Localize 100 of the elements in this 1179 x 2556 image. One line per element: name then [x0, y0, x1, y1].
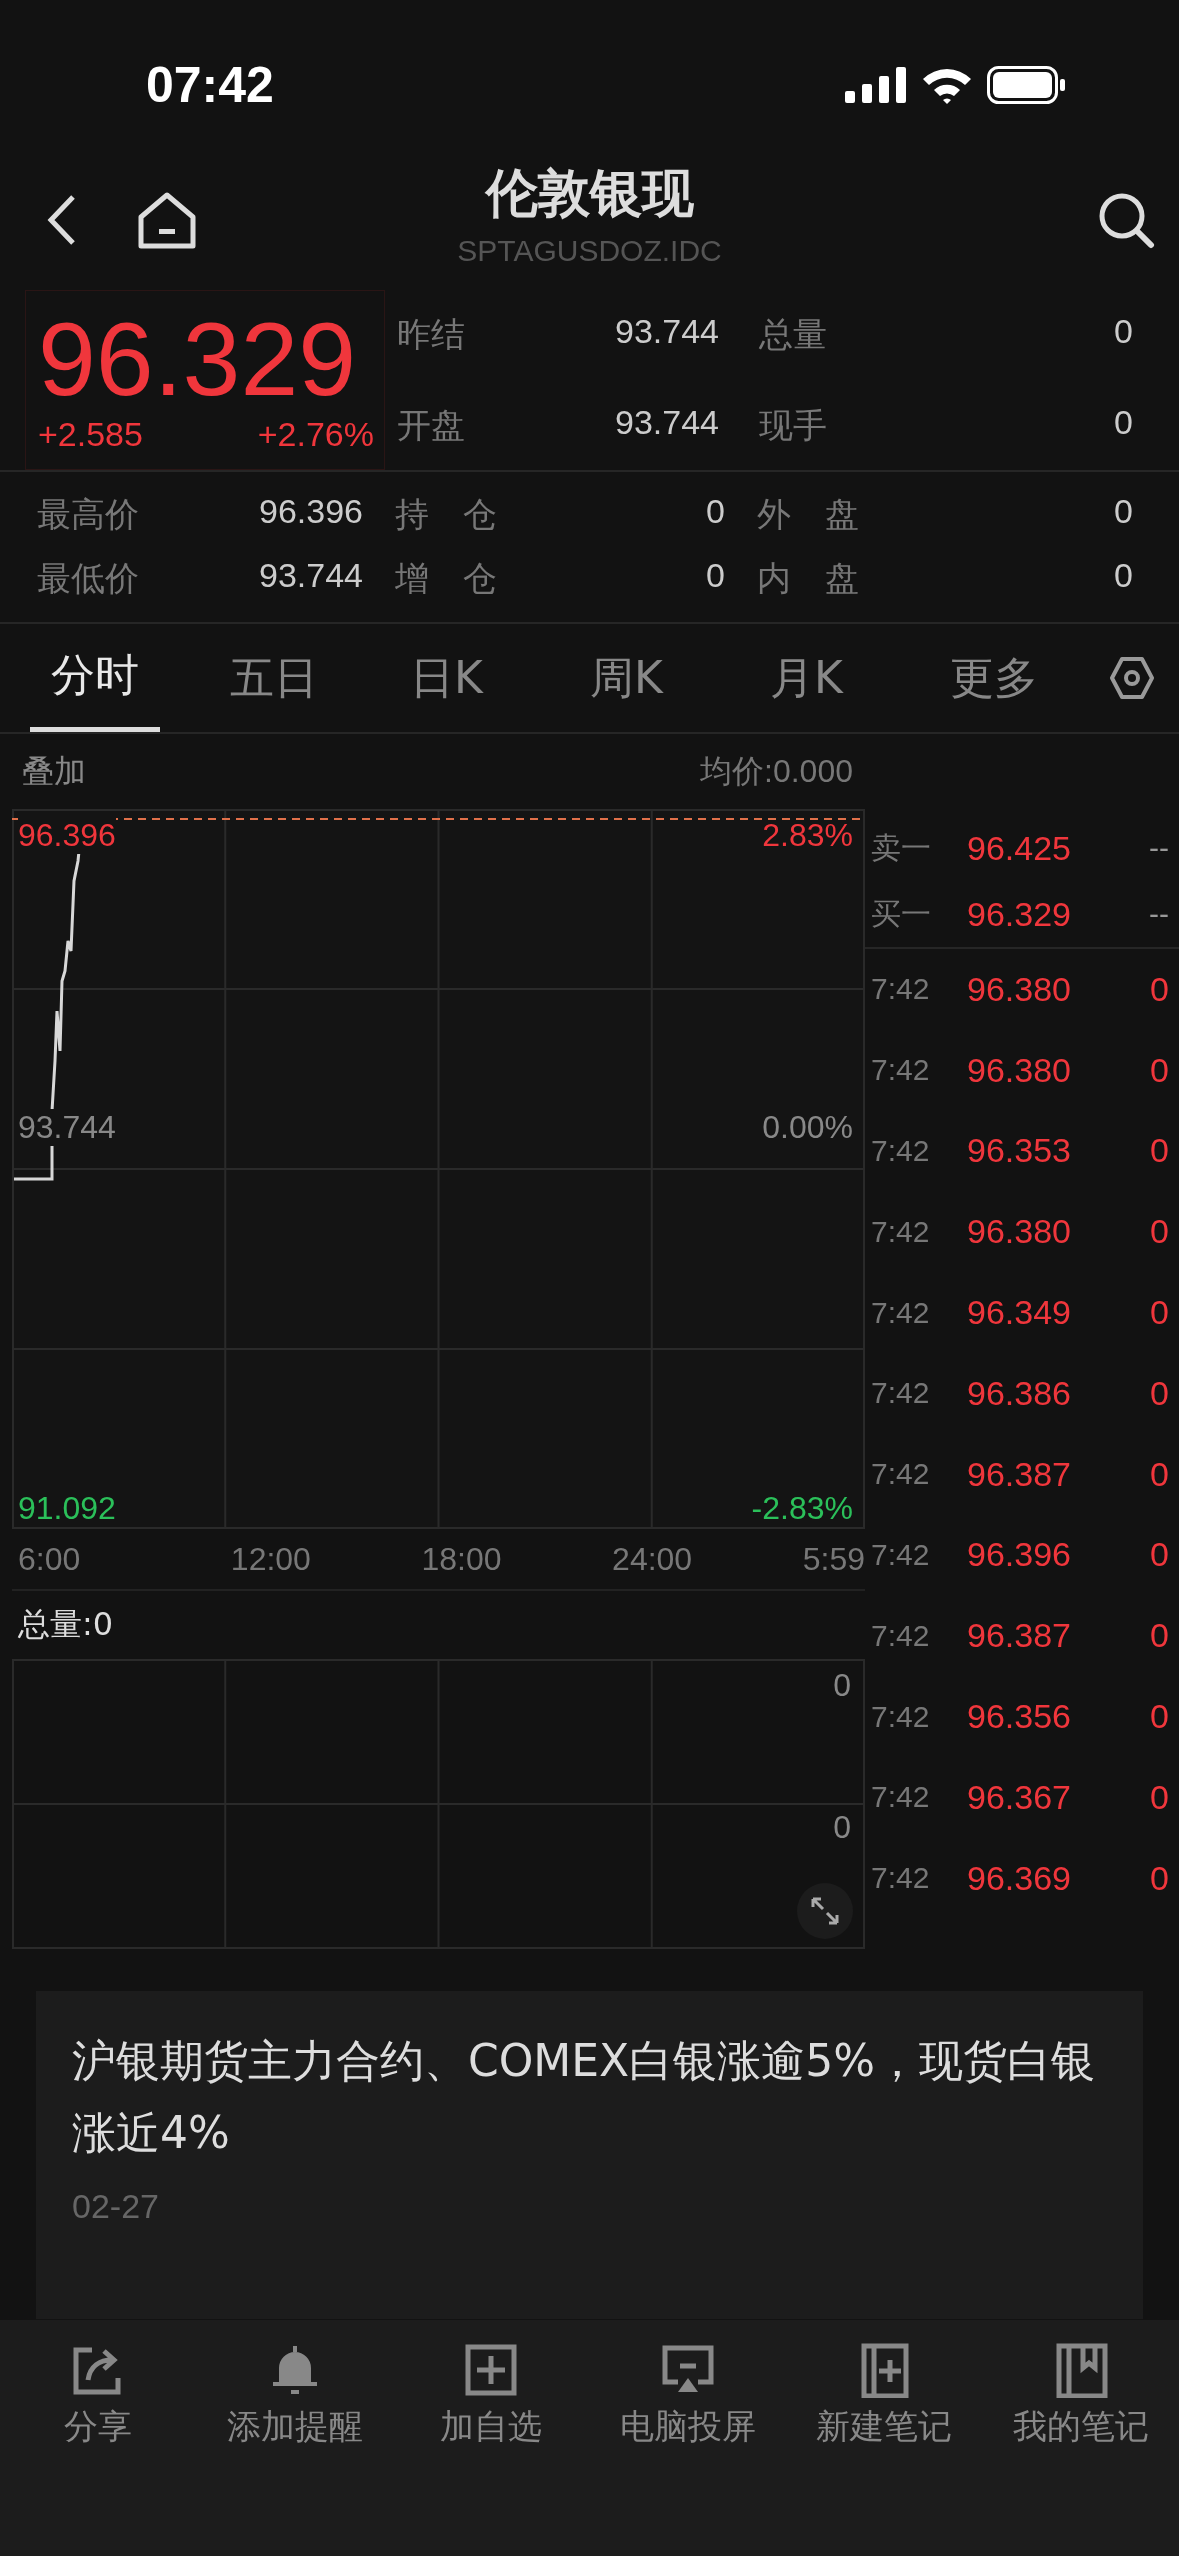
axis-percent: -2.83%	[751, 1490, 853, 1527]
add-box-icon	[463, 2342, 520, 2398]
expand-icon	[809, 1895, 841, 1927]
trade-time: 7:42	[871, 1376, 931, 1411]
trade-price: 96.380	[967, 969, 1071, 1009]
trade-price: 96.349	[967, 1293, 1071, 1333]
stat-value: 93.744	[615, 311, 719, 352]
price-change: +2.585	[38, 415, 143, 454]
time-label: 18:00	[421, 1540, 502, 1578]
percent-change: +2.76%	[257, 415, 374, 454]
chart-tab[interactable]: 月K	[750, 624, 930, 732]
trade-time: 7:42	[871, 972, 931, 1007]
settings-icon[interactable]	[1110, 656, 1154, 700]
signal-icon	[845, 67, 907, 103]
axis-volume: 0	[833, 1667, 851, 1704]
trade-volume: 0	[1150, 1212, 1169, 1252]
chart-tab[interactable]: 五日	[210, 624, 390, 732]
chart-tab[interactable]: 分时	[30, 624, 160, 732]
toolbar-button[interactable]: 添加提醒	[196, 2342, 393, 2450]
status-time: 07:42	[146, 56, 274, 114]
toolbar-button[interactable]: 分享	[0, 2342, 197, 2450]
chart-tab[interactable]: 日K	[390, 624, 570, 732]
trade-time: 7:42	[871, 1780, 931, 1815]
axis-volume: 0	[833, 1809, 851, 1846]
trade-price: 96.356	[967, 1697, 1071, 1737]
stat-value: 96.396	[259, 492, 363, 532]
trade-price: 96.367	[967, 1777, 1071, 1817]
trade-time: 7:42	[871, 1457, 931, 1492]
wifi-icon	[921, 66, 973, 104]
stat-label: 增 仓	[395, 557, 497, 600]
trade-price: 96.396	[967, 1535, 1071, 1575]
axis-price: 93.744	[18, 1109, 116, 1146]
trade-price: 96.386	[967, 1373, 1071, 1413]
trade-time: 7:42	[871, 1214, 931, 1249]
stat-value: 0	[1114, 311, 1133, 352]
stat-value: 0	[706, 556, 725, 596]
stat-label: 最高价	[37, 493, 139, 536]
trade-time: 7:42	[871, 1295, 931, 1330]
stat-label: 持 仓	[395, 493, 497, 536]
stat-value: 93.744	[259, 556, 363, 596]
trade-time: 7:42	[871, 1861, 931, 1896]
stat-label: 最低价	[37, 557, 139, 600]
trade-volume: 0	[1150, 1293, 1169, 1333]
order-level: 买一	[871, 895, 932, 932]
trade-volume: 0	[1150, 1373, 1169, 1413]
time-label: 5:59	[802, 1540, 865, 1578]
order-level: 卖一	[871, 829, 932, 866]
trade-time: 7:42	[871, 1537, 931, 1572]
trade-time: 7:42	[871, 1699, 931, 1734]
time-label: 6:00	[18, 1540, 81, 1578]
trade-volume: 0	[1150, 1535, 1169, 1575]
stat-label: 外 盘	[757, 493, 859, 536]
axis-price: 96.396	[18, 817, 116, 854]
chart-tab[interactable]: 周K	[570, 624, 750, 732]
stat-label: 现手	[759, 403, 827, 447]
trade-price: 96.380	[967, 1212, 1071, 1252]
trade-volume: 0	[1150, 1050, 1169, 1090]
trade-time: 7:42	[871, 1134, 931, 1168]
page-title: 伦敦银现	[485, 162, 694, 225]
back-icon[interactable]	[45, 193, 77, 247]
toolbar-button[interactable]: 加自选	[393, 2342, 590, 2450]
time-label: 12:00	[230, 1540, 311, 1578]
stat-value: 93.744	[615, 402, 719, 443]
time-label: 24:00	[612, 1540, 693, 1578]
chart-tab[interactable]: 更多	[930, 624, 1110, 732]
toolbar-button[interactable]: 新建笔记	[786, 2342, 983, 2450]
stat-label: 总量	[759, 312, 827, 356]
battery-icon	[987, 66, 1067, 104]
order-price: 96.425	[967, 828, 1071, 868]
stat-value: 0	[706, 492, 725, 532]
stat-label: 开盘	[397, 403, 465, 447]
news-title: 沪银期货主力合约、COMEX白银涨逾5%，现货白银涨近4%	[72, 2034, 1097, 2160]
toolbar-button[interactable]: 电脑投屏	[589, 2342, 786, 2450]
average-price: 均价:0.000	[700, 751, 853, 791]
home-icon[interactable]	[137, 191, 197, 249]
search-icon[interactable]	[1097, 191, 1155, 249]
stat-value: 0	[1114, 492, 1133, 532]
trade-volume: 0	[1150, 1454, 1169, 1494]
order-price: 96.329	[967, 894, 1071, 934]
order-volume: --	[1149, 897, 1169, 931]
last-price: 96.329	[38, 303, 358, 415]
trade-volume: 0	[1150, 1777, 1169, 1817]
overlay-button[interactable]: 叠加	[22, 749, 86, 794]
trade-price: 96.387	[967, 1454, 1071, 1494]
toolbar-button[interactable]: 我的笔记	[982, 2342, 1179, 2450]
trade-volume: 0	[1150, 969, 1169, 1009]
stat-label: 内 盘	[757, 557, 859, 600]
trade-price: 96.353	[967, 1131, 1071, 1171]
volume-total: 总量:0	[18, 1604, 114, 1645]
order-volume: --	[1149, 831, 1169, 865]
stat-value: 0	[1114, 402, 1133, 443]
trade-volume: 0	[1150, 1616, 1169, 1656]
stat-value: 0	[1114, 556, 1133, 596]
news-card[interactable]: 沪银期货主力合约、COMEX白银涨逾5%，现货白银涨近4% 02-27	[36, 1991, 1143, 2319]
trade-price: 96.387	[967, 1616, 1071, 1656]
trade-price: 96.369	[967, 1858, 1071, 1898]
symbol-code: SPTAGUSDOZ.IDC	[457, 233, 722, 269]
trade-price: 96.380	[967, 1050, 1071, 1090]
trade-volume: 0	[1150, 1697, 1169, 1737]
trade-volume: 0	[1150, 1858, 1169, 1898]
